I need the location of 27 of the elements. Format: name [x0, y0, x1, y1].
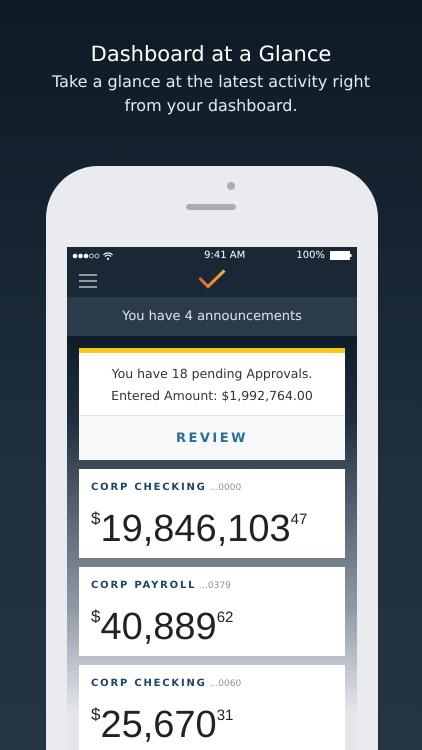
account-name: CORP CHECKING — [91, 678, 207, 689]
speaker-icon — [186, 204, 236, 210]
checkmark-logo-icon — [198, 269, 226, 289]
camera-icon — [227, 182, 235, 190]
battery-icon — [330, 251, 352, 260]
approvals-message: You have 18 pending Approvals. — [110, 366, 314, 381]
account-balance: $^{$}$40,889$^{62}$ — [91, 605, 234, 650]
account-balance: $^{$}$19,846,103$^{47}$ — [91, 507, 308, 552]
wifi-icon — [103, 252, 113, 260]
account-name: CORP PAYROLL — [91, 580, 196, 591]
signal-icon — [72, 252, 100, 258]
announcements-banner[interactable]: You have 4 announcements — [67, 297, 357, 336]
subtitle: Take a glance at the latest activity right from your dashboard. — [51, 71, 371, 117]
account-card[interactable]: CORP PAYROLL ...0379 $^{$}$40,889$^{62}$ — [79, 567, 345, 656]
headline: Dashboard at a Glance — [90, 41, 332, 68]
account-card[interactable]: CORP CHECKING ...0000 $^{$}$19,846,103$^{47}$ — [79, 469, 345, 558]
account-number: ...0060 — [210, 679, 242, 689]
review-button[interactable]: REVIEW — [79, 415, 345, 460]
menu-icon[interactable] — [79, 274, 97, 288]
status-time: 9:41 AM — [203, 250, 246, 261]
battery-percent: 100% — [296, 250, 325, 261]
account-name: CORP CHECKING — [91, 482, 207, 493]
entered-amount: Entered Amount: $1,992,764.00 — [110, 388, 314, 403]
account-number: ...0000 — [210, 483, 242, 493]
account-card[interactable]: CORP CHECKING ...0060 $^{$}$25,670$^{31}$ — [79, 665, 345, 750]
account-balance: $^{$}$25,670$^{31}$ — [91, 703, 234, 748]
account-number: ...0379 — [199, 581, 231, 591]
